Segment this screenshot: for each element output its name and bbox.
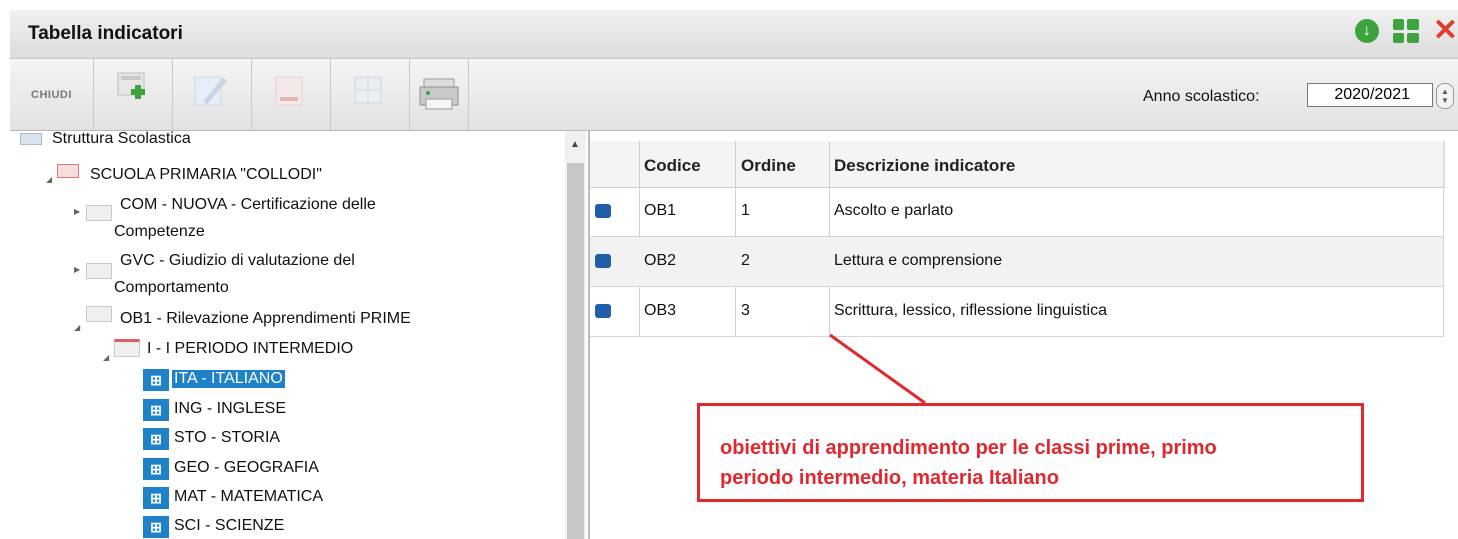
annotation-box: obiettivi di apprendimento per le classi… <box>697 403 1364 502</box>
annotation-line-1: obiettivi di apprendimento per le classi… <box>720 437 1217 459</box>
annotation-text: obiettivi di apprendimento per le classi… <box>720 433 1360 493</box>
annotation-line-2: periodo intermedio, materia Italiano <box>720 467 1059 489</box>
